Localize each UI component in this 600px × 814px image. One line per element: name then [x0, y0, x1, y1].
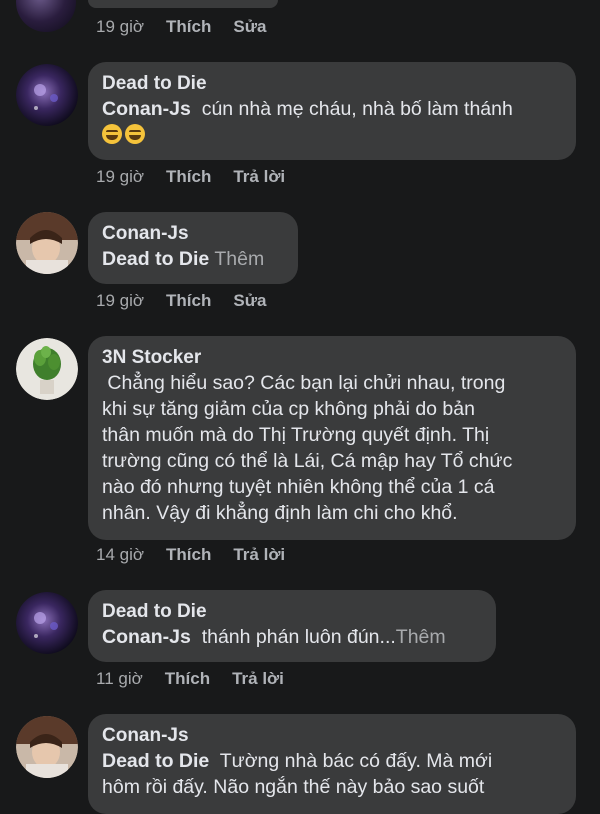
comment-meta: 19 giờ Thích Sửa	[96, 290, 266, 312]
comment-bubble: 3N Stocker Chẳng hiểu sao? Các bạn lại c…	[88, 336, 576, 540]
comment-time: 14 giờ	[96, 545, 145, 564]
avatar[interactable]	[16, 592, 78, 654]
reply-button[interactable]: Trả lời	[232, 668, 284, 690]
comment-text: Conan-Js thánh phán luôn đún...Thêm	[102, 624, 482, 650]
like-button[interactable]: Thích	[166, 290, 211, 312]
avatar[interactable]	[16, 338, 78, 400]
comment-author[interactable]: Dead to Die	[102, 600, 482, 624]
edit-button[interactable]: Sửa	[233, 290, 266, 312]
comment-text-line: nhân. Vậy đi khẳng định làm chi cho khổ.	[102, 502, 458, 524]
avatar[interactable]	[16, 64, 78, 126]
mention[interactable]: Conan-Js	[102, 626, 191, 648]
emoji-row	[102, 124, 562, 146]
comment-bubble-partial	[88, 0, 278, 8]
comment-bubble: Dead to Die Conan-Js cún nhà mẹ cháu, nh…	[88, 62, 576, 160]
comment-body: Tường nhà bác có đấy. Mà mới	[209, 750, 493, 772]
comment-text-line: hôm rồi đấy. Não ngắn thế này bảo sao su…	[102, 776, 485, 798]
mention[interactable]: Conan-Js	[102, 98, 191, 120]
comment-author[interactable]: Conan-Js	[102, 222, 284, 246]
comment-body: cún nhà mẹ cháu, nhà bố làm thánh	[190, 98, 513, 120]
comment-text: Dead to Die Tường nhà bác có đấy. Mà mới	[102, 748, 562, 774]
like-button[interactable]: Thích	[166, 16, 211, 38]
mention[interactable]: Dead to Die	[102, 248, 209, 270]
comment-text-line: trường cũng có thể là Lái, Cá mập hay Tổ…	[102, 450, 513, 472]
comment-text-line: thân muốn mà do Thị Trường quyết định. T…	[102, 424, 490, 446]
like-button[interactable]: Thích	[165, 668, 210, 690]
comment-meta: 11 giờ Thích Trả lời	[96, 668, 284, 690]
comment-bubble: Conan-Js Dead to Die Tường nhà bác có đấ…	[88, 714, 576, 814]
comment-time: 19 giờ	[96, 17, 145, 36]
grinning-squinting-face-icon	[125, 124, 145, 144]
comment-time: 11 giờ	[96, 669, 143, 688]
comment-text-line: khi sự tăng giảm của cp không phải do bả…	[102, 398, 475, 420]
comment-bubble: Conan-Js Dead to Die Thêm	[88, 212, 298, 284]
comment-text: Conan-Js cún nhà mẹ cháu, nhà bố làm thá…	[102, 96, 562, 122]
mention[interactable]: Dead to Die	[102, 750, 209, 772]
comment-text: Dead to Die Thêm	[102, 246, 284, 272]
like-button[interactable]: Thích	[166, 166, 211, 188]
reply-button[interactable]: Trả lời	[233, 166, 285, 188]
comment-author[interactable]: 3N Stocker	[102, 346, 562, 370]
avatar[interactable]	[16, 0, 76, 32]
reply-button[interactable]: Trả lời	[233, 544, 285, 566]
comment-time: 19 giờ	[96, 167, 145, 186]
avatar[interactable]	[16, 212, 78, 274]
see-more-link[interactable]: Thêm	[396, 626, 446, 648]
avatar[interactable]	[16, 716, 78, 778]
comment-meta: 19 giờ Thích Trả lời	[96, 166, 285, 188]
comment-body: thánh phán luôn đún...	[190, 626, 396, 648]
like-button[interactable]: Thích	[166, 544, 211, 566]
comment-text-line: Chẳng hiểu sao? Các bạn lại chửi nhau, t…	[102, 372, 506, 394]
edit-button[interactable]: Sửa	[233, 16, 266, 38]
comment-meta: 19 giờ Thích Sửa	[96, 16, 266, 38]
comment-meta: 14 giờ Thích Trả lời	[96, 544, 285, 566]
see-more-link[interactable]: Thêm	[214, 248, 264, 270]
comment-bubble: Dead to Die Conan-Js thánh phán luôn đún…	[88, 590, 496, 662]
comment-text-line: nào đó nhưng tuyệt nhiên không thể của 1…	[102, 476, 495, 498]
grinning-squinting-face-icon	[102, 124, 122, 144]
comment-time: 19 giờ	[96, 291, 145, 310]
comment-author[interactable]: Dead to Die	[102, 72, 562, 96]
comment-author[interactable]: Conan-Js	[102, 724, 562, 748]
